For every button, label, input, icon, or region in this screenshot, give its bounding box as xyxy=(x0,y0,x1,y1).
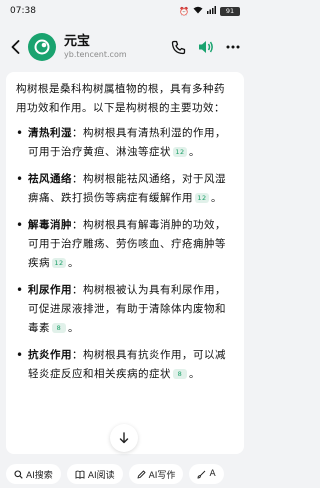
citation-badge[interactable]: 8 xyxy=(52,323,66,333)
page-title: 元宝 xyxy=(64,34,91,49)
ai-draw-chip[interactable]: A xyxy=(189,464,224,484)
item-term: 利尿作用 xyxy=(28,284,72,296)
chat-header: 元宝 yb.tencent.com xyxy=(0,22,250,72)
alarm-icon: ⏰ xyxy=(179,6,189,16)
answer-intro: 构树根是桑科构树属植物的根，具有多种药用功效和作用。以下是构树根的主要功效： xyxy=(16,83,225,114)
book-icon xyxy=(75,470,85,479)
search-icon xyxy=(14,469,23,479)
arrow-down-icon xyxy=(119,432,129,444)
speaker-icon[interactable] xyxy=(198,40,214,54)
citation-badge[interactable]: 8 xyxy=(173,369,187,379)
back-arrow-icon[interactable] xyxy=(8,37,22,57)
ai-write-chip[interactable]: AI写作 xyxy=(128,464,184,484)
scroll-down-button[interactable] xyxy=(110,424,138,452)
battery-icon: 91 xyxy=(220,6,240,16)
pen-icon xyxy=(137,470,146,478)
bullet-icon: • xyxy=(16,348,24,362)
item-term: 解毒消肿 xyxy=(28,219,72,231)
more-icon[interactable] xyxy=(226,45,240,49)
brush-icon xyxy=(197,470,206,478)
item-term: 抗炎作用 xyxy=(28,349,72,361)
bullet-icon: • xyxy=(16,126,24,140)
ai-search-chip[interactable]: AI搜索 xyxy=(6,464,61,484)
phone-icon[interactable] xyxy=(171,40,186,55)
list-item: • 利尿作用：构树根被认为具有利尿作用，可促进尿液排泄，有助于清除体内废物和毒素… xyxy=(16,281,234,338)
answer-message: 构树根是桑科构树属植物的根，具有多种药用功效和作用。以下是构树根的主要功效： •… xyxy=(6,72,244,454)
bullet-icon: • xyxy=(16,283,24,297)
sim-icon xyxy=(207,6,216,16)
list-item: • 祛风通络：构树根能祛风通络，对于风湿痹痛、跌打损伤等病症有缓解作用 12。 xyxy=(16,170,234,208)
ai-read-chip[interactable]: AI阅读 xyxy=(66,464,123,484)
bullet-icon: • xyxy=(16,218,24,232)
list-item: • 解毒消肿：构树根具有解毒消肿的功效，可用于治疗雕疡、劳伤咳血、疔疮痈肿等疾病… xyxy=(16,216,234,273)
chip-label: AI阅读 xyxy=(87,470,115,481)
chip-label: A xyxy=(209,469,216,479)
status-bar: 07:38 ⏰ 91 xyxy=(0,0,250,22)
list-item: • 清热利湿：构树根具有清热利湿的作用，可用于治疗黄疸、淋浊等症状 12。 xyxy=(16,124,234,162)
bullet-icon: • xyxy=(16,172,24,186)
citation-badge[interactable]: 12 xyxy=(195,193,209,203)
ai-tools-bar: AI搜索 AI阅读 AI写作 A xyxy=(0,464,250,488)
item-term: 清热利湿 xyxy=(28,127,72,139)
yuanbao-logo-icon[interactable] xyxy=(28,33,56,61)
list-item: • 抗炎作用：构树根具有抗炎作用，可以减轻炎症反应和相关疾病的症状 8。 xyxy=(16,346,234,384)
chip-label: AI搜索 xyxy=(26,470,53,481)
chip-label: AI写作 xyxy=(148,470,176,481)
header-title-block: 元宝 yb.tencent.com xyxy=(64,34,171,60)
item-term: 祛风通络 xyxy=(28,173,72,185)
page-subtitle: yb.tencent.com xyxy=(64,50,127,59)
status-time: 07:38 xyxy=(10,6,36,16)
wifi-icon xyxy=(193,6,203,16)
citation-badge[interactable]: 12 xyxy=(173,147,187,157)
status-icons: ⏰ 91 xyxy=(179,6,240,16)
citation-badge[interactable]: 12 xyxy=(52,258,66,268)
